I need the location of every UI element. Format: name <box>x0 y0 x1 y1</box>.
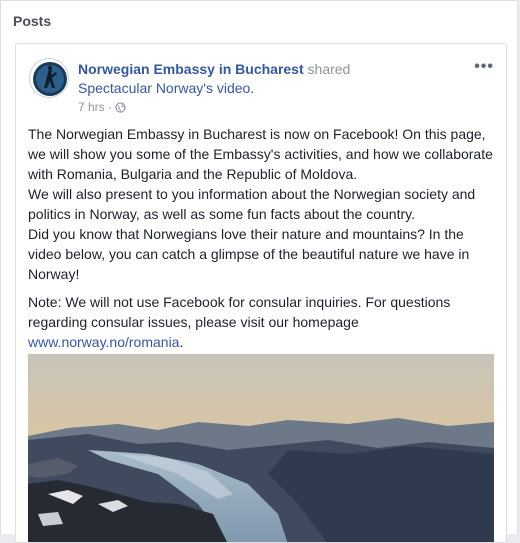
post-meta: 7 hrs · <box>78 100 126 114</box>
post-paragraph-1: The Norwegian Embassy in Bucharest is no… <box>28 126 493 182</box>
avatar[interactable] <box>29 58 69 98</box>
homepage-link[interactable]: www.norway.no/romania <box>28 334 179 350</box>
post-card: Norwegian Embassy in Bucharest shared Sp… <box>15 43 507 543</box>
fjord-video-thumbnail <box>28 354 494 542</box>
page-name-link[interactable]: Norwegian Embassy in Bucharest <box>78 61 304 77</box>
section-title: Posts <box>13 13 52 29</box>
post-header: Norwegian Embassy in Bucharest shared <box>78 61 350 77</box>
globe-icon[interactable] <box>115 101 126 113</box>
post-paragraph-3: Did you know that Norwegians love their … <box>28 226 470 282</box>
post-note: Note: We will not use Facebook for consu… <box>28 292 498 352</box>
video-player[interactable] <box>28 354 494 542</box>
shared-video-link[interactable]: Spectacular Norway's video. <box>78 80 254 96</box>
post-paragraph-2: We will also present to you information … <box>28 186 476 222</box>
posts-panel: Posts Norwegian Embassy in Bucharest sha… <box>0 0 518 543</box>
note-text: Note: We will not use Facebook for consu… <box>28 294 451 330</box>
meta-separator: · <box>107 100 112 114</box>
note-end: . <box>179 334 184 350</box>
shared-label: shared <box>307 61 351 77</box>
embassy-logo-icon <box>30 59 68 97</box>
post-body: The Norwegian Embassy in Bucharest is no… <box>28 124 498 352</box>
timestamp[interactable]: 7 hrs <box>78 100 105 114</box>
post-options-button[interactable]: ••• <box>474 58 494 76</box>
